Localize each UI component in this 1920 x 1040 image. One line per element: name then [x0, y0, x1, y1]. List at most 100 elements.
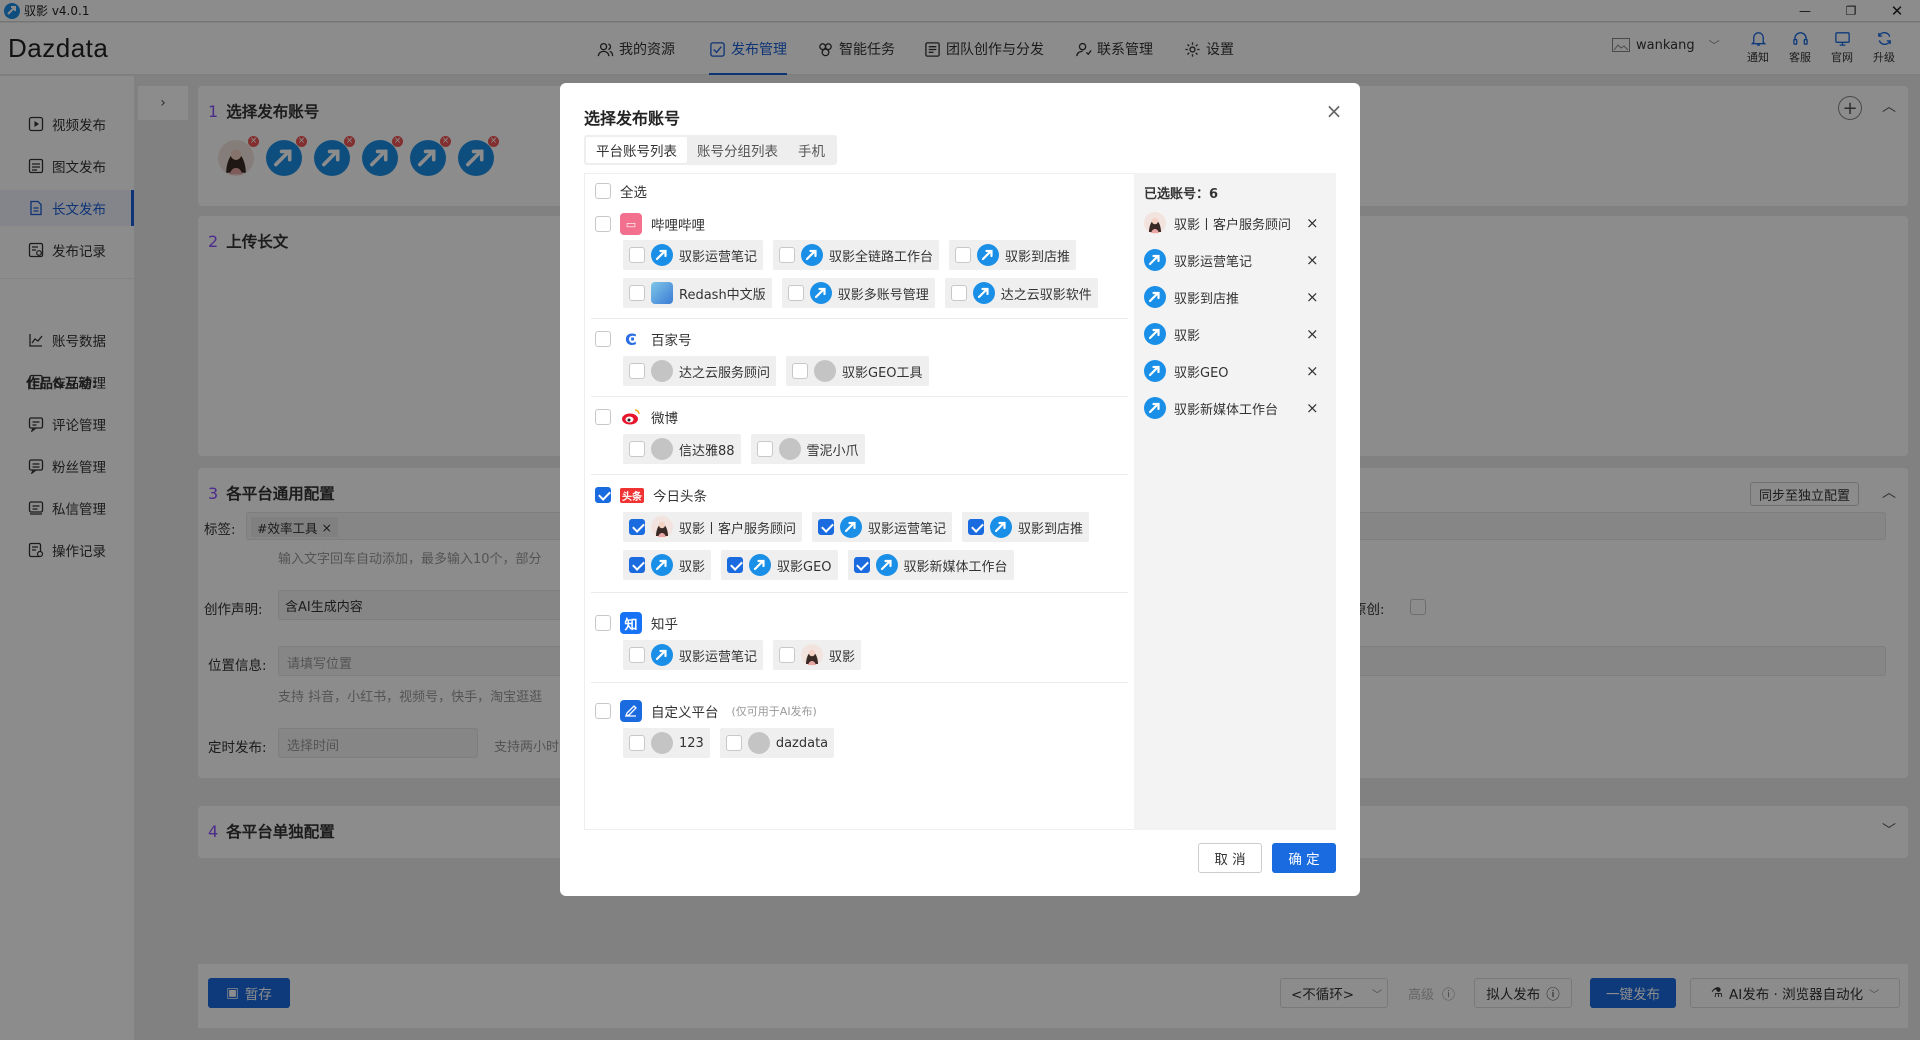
avatar	[651, 438, 673, 460]
avatar	[651, 360, 673, 382]
avatar	[651, 516, 673, 538]
account-checkbox[interactable]	[955, 247, 972, 263]
platform-name: 自定义平台	[651, 705, 719, 721]
account-checkbox[interactable]	[818, 519, 835, 535]
close-icon: ×	[1325, 99, 1343, 123]
avatar	[875, 554, 898, 576]
account-checkbox[interactable]	[629, 363, 645, 379]
modal-close-button[interactable]: ×	[1324, 99, 1344, 123]
account-chip[interactable]: 驭影到店推	[962, 512, 1090, 542]
avatar	[651, 644, 673, 666]
avatar	[1144, 286, 1166, 308]
platform-row-bilibili[interactable]: ▭ 哔哩哔哩	[595, 213, 705, 235]
select-all-checkbox[interactable]	[595, 183, 611, 199]
account-chip-row: 驭影运营笔记 驭影全链路工作台 驭影到店推	[623, 240, 1077, 270]
avatar	[801, 244, 824, 266]
platform-checkbox[interactable]	[595, 615, 611, 631]
selected-count-title: 已选账号：6	[1144, 187, 1219, 202]
account-name: 驭影丨客户服务顾问	[679, 521, 797, 537]
account-chip[interactable]: 驭影新媒体工作台	[847, 550, 1014, 580]
account-checkbox[interactable]	[629, 519, 645, 535]
account-checkbox[interactable]	[853, 557, 870, 573]
modal-title: 选择发布账号	[584, 109, 681, 128]
custom-platform-icon	[620, 700, 642, 722]
platform-checkbox[interactable]	[595, 331, 611, 347]
remove-selected-button[interactable]: ×	[1306, 362, 1319, 380]
remove-selected-button[interactable]: ×	[1306, 399, 1319, 417]
account-checkbox[interactable]	[725, 735, 742, 751]
account-chip[interactable]: 驭影全链路工作台	[773, 240, 940, 270]
selected-account-row: 驭影 ×	[1144, 319, 1334, 349]
account-checkbox[interactable]	[629, 647, 645, 663]
platform-name: 今日头条	[653, 489, 707, 505]
account-chip[interactable]: 信达雅88	[623, 434, 741, 464]
platform-checkbox[interactable]	[595, 216, 611, 232]
account-chip[interactable]: 驭影多账号管理	[781, 278, 935, 308]
account-chip[interactable]: 雪泥小爪	[750, 434, 865, 464]
account-name: 驭影运营笔记	[679, 649, 758, 665]
account-chip[interactable]: 123	[623, 728, 710, 758]
selected-account-row: 驭影丨客户服务顾问 ×	[1144, 208, 1334, 238]
confirm-button[interactable]: 确 定	[1272, 843, 1336, 873]
tab-account-groups[interactable]: 账号分组列表	[687, 137, 788, 163]
platform-checkbox[interactable]	[595, 703, 611, 719]
platform-row-weibo[interactable]: 微博	[595, 406, 678, 428]
account-name: 达之云驭影软件	[1000, 287, 1092, 303]
account-checkbox[interactable]	[629, 557, 645, 573]
account-checkbox[interactable]	[727, 557, 744, 573]
account-checkbox[interactable]	[779, 247, 796, 263]
select-all-row[interactable]: 全选	[595, 180, 647, 202]
avatar	[747, 732, 770, 754]
account-name: 驭影到店推	[1018, 521, 1084, 537]
avatar	[809, 282, 832, 304]
platform-row-custom[interactable]: 自定义平台 (仅可用于AI发布)	[595, 700, 817, 722]
account-name: 驭影运营笔记	[868, 521, 947, 537]
remove-selected-button[interactable]: ×	[1306, 288, 1319, 306]
remove-selected-button[interactable]: ×	[1306, 325, 1319, 343]
account-chip[interactable]: 驭影GEO工具	[786, 356, 929, 386]
account-chip[interactable]: 驭影到店推	[949, 240, 1077, 270]
avatar	[990, 516, 1013, 538]
account-checkbox[interactable]	[779, 647, 796, 663]
platform-row-toutiao[interactable]: 头条 今日头条	[595, 484, 707, 506]
account-chip[interactable]: Redash中文版	[623, 278, 772, 308]
platform-row-baijiahao[interactable]: Ͼ 百家号	[595, 328, 692, 350]
account-chip[interactable]: 驭影GEO	[721, 550, 838, 580]
avatar	[651, 554, 673, 576]
account-chip[interactable]: 驭影运营笔记	[812, 512, 953, 542]
tab-phone[interactable]: 手机	[788, 137, 835, 163]
account-name: 驭影运营笔记	[679, 249, 758, 265]
account-checkbox[interactable]	[756, 441, 773, 457]
selected-account-row: 驭影GEO ×	[1144, 356, 1334, 386]
platform-row-zhihu[interactable]: 知 知乎	[595, 612, 678, 634]
platform-checkbox[interactable]	[595, 487, 611, 503]
remove-selected-button[interactable]: ×	[1306, 214, 1319, 232]
account-checkbox[interactable]	[629, 247, 645, 263]
account-checkbox[interactable]	[968, 519, 985, 535]
remove-selected-button[interactable]: ×	[1306, 251, 1319, 269]
account-checkbox[interactable]	[950, 285, 967, 301]
account-chip[interactable]: 驭影	[773, 640, 862, 670]
account-chip-row: 123 dazdata	[623, 728, 835, 758]
account-name: Redash中文版	[679, 287, 766, 303]
account-checkbox[interactable]	[629, 285, 645, 301]
account-chip[interactable]: dazdata	[719, 728, 835, 758]
avatar	[1144, 249, 1166, 271]
toutiao-icon: 头条	[620, 487, 644, 503]
account-checkbox[interactable]	[629, 441, 645, 457]
tab-platform-accounts[interactable]: 平台账号列表	[586, 137, 687, 163]
platform-checkbox[interactable]	[595, 409, 611, 425]
cancel-button[interactable]: 取 消	[1198, 843, 1262, 873]
account-checkbox[interactable]	[787, 285, 804, 301]
platform-name: 哔哩哔哩	[651, 218, 705, 234]
account-chip[interactable]: 驭影丨客户服务顾问	[623, 512, 803, 542]
account-name: 123	[679, 735, 704, 751]
account-chip[interactable]: 达之云驭影软件	[944, 278, 1098, 308]
account-checkbox[interactable]	[629, 735, 645, 751]
account-checkbox[interactable]	[792, 363, 809, 379]
account-chip-row: 驭影 驭影GEO 驭影新媒体工作台	[623, 550, 1014, 580]
account-chip[interactable]: 达之云服务顾问	[623, 356, 777, 386]
account-chip[interactable]: 驭影运营笔记	[623, 240, 764, 270]
account-chip[interactable]: 驭影运营笔记	[623, 640, 764, 670]
account-chip[interactable]: 驭影	[623, 550, 712, 580]
